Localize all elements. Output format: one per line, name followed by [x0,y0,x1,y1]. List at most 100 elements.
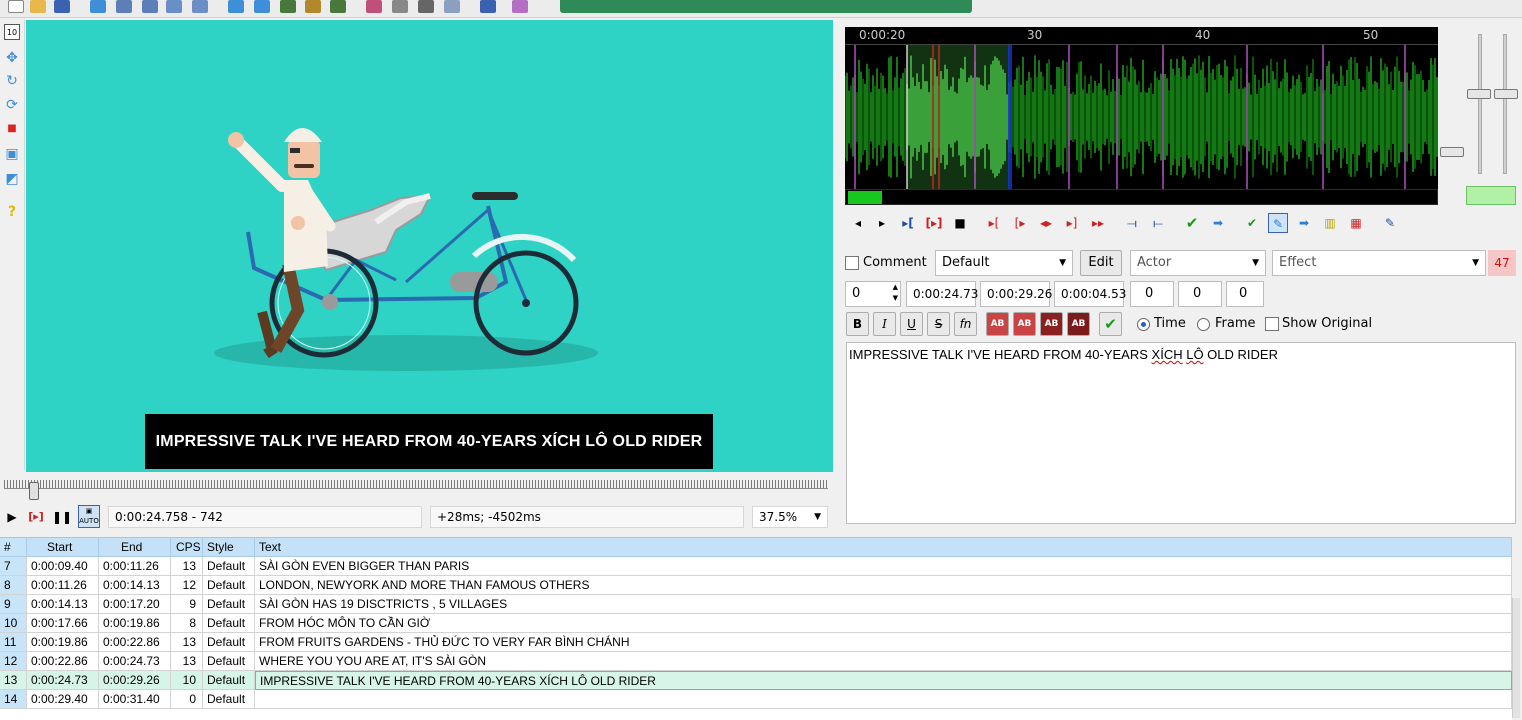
comment-checkbox[interactable] [845,256,859,270]
audio-volume-slider[interactable] [1494,89,1518,99]
karaoke-icon[interactable]: ▦ [1346,213,1366,233]
play-line-icon[interactable]: [▸] [26,507,46,527]
edit-style-button[interactable]: Edit [1080,250,1122,276]
header-number[interactable]: # [0,538,27,557]
style-select[interactable]: Default ▼ [935,250,1073,276]
translation-icon[interactable] [418,0,434,13]
seek-thumb[interactable] [29,482,39,500]
save-file-icon[interactable] [54,0,70,13]
margin-right-field[interactable]: 0 [1178,281,1222,307]
fonts-icon[interactable] [305,0,321,13]
clip-rect-icon[interactable]: ▣ [4,146,20,162]
link-volume-toggle[interactable] [1466,186,1516,205]
lead-in-out-icon[interactable]: ✎ [1380,213,1400,233]
end-time-field[interactable]: 0:00:29.26 [980,281,1052,307]
table-row[interactable]: 14 0:00:29.40 0:00:31.40 0 Default [0,690,1512,709]
underline-button[interactable]: U [900,312,923,336]
open-file-icon[interactable] [30,0,46,13]
play-after-icon[interactable]: [▸ [1010,213,1030,233]
bold-button[interactable]: B [846,312,869,336]
next-arrow-icon[interactable]: ➡ [1208,213,1228,233]
next-line-icon[interactable]: ▸ [872,213,892,233]
pause-icon[interactable]: ❚❚ [52,507,72,527]
show-original-checkbox[interactable] [1265,317,1279,331]
script-properties-icon[interactable] [392,0,408,13]
standard-tool-icon[interactable]: 10 [4,24,20,40]
time-radio[interactable] [1137,318,1150,331]
margin-vertical-field[interactable]: 0 [1226,281,1264,307]
scale-tool-icon[interactable]: ■ [4,121,20,137]
play-before-icon[interactable]: ▸[ [984,213,1004,233]
play-selection-icon[interactable]: [▸] [924,213,944,233]
properties-icon[interactable] [330,0,346,13]
subtitle-grid[interactable]: # Start End CPS Style Text 7 0:00:09.40 0:… [0,537,1512,720]
auto-commit-icon[interactable]: ✔ [1242,213,1262,233]
automation-icon[interactable] [480,0,496,13]
play-to-end-icon[interactable]: ▸▸ [1088,213,1108,233]
video-display[interactable]: IMPRESSIVE TALK I'VE HEARD FROM 40-YEARS… [26,20,833,472]
auto-scroll-video-icon[interactable]: ▣ AUTO [78,505,100,528]
header-end[interactable]: End [99,538,171,557]
play-selection-begin-icon[interactable]: ▸[ [898,213,918,233]
header-style[interactable]: Style [203,538,255,557]
find-icon[interactable] [228,0,244,13]
video-seek-slider[interactable] [4,476,828,500]
strikeout-button[interactable]: S [927,312,950,336]
frame-radio[interactable] [1197,318,1210,331]
vector-clip-icon[interactable]: ◩ [4,171,20,187]
spectrum-icon[interactable]: ▥ [1320,213,1340,233]
layer-spinner[interactable]: 0 ▲ ▼ [845,281,901,307]
table-row[interactable]: 10 0:00:17.66 0:00:19.86 8 Default FROM HÓC M… [0,614,1512,633]
grid-scrollbar[interactable] [1512,598,1520,718]
replace-icon[interactable] [254,0,270,13]
kanji-timer-icon[interactable] [512,0,528,13]
commit-icon[interactable]: ✔ [1182,213,1202,233]
commit-check-icon[interactable]: ✔ [1099,312,1122,336]
table-row[interactable]: 11 0:00:19.86 0:00:22.86 13 Default FROM FRUI… [0,633,1512,652]
header-start[interactable]: Start [27,538,99,557]
play-start-icon[interactable]: ◂▸ [1036,213,1056,233]
snap-end-icon[interactable] [192,0,208,13]
table-row[interactable]: 7 0:00:09.40 0:00:11.26 13 Default SÀI GÒN EV… [0,557,1512,576]
new-file-icon[interactable] [8,0,24,13]
subtitle-text-editor[interactable]: IMPRESSIVE TALK I'VE HEARD FROM 40-YEARS… [846,342,1516,524]
stop-icon[interactable]: ■ [950,213,970,233]
play-end-icon[interactable]: ▸] [1062,213,1082,233]
table-row[interactable]: 12 0:00:22.86 0:00:24.73 13 Default WHERE YOU… [0,652,1512,671]
zoom-in-icon[interactable] [116,0,132,13]
video-zoom-select[interactable]: 37.5% ▼ [752,506,828,528]
table-row[interactable]: 8 0:00:11.26 0:00:14.13 12 Default LONDON, NE… [0,576,1512,595]
help-icon[interactable]: ? [4,204,20,220]
start-time-field[interactable]: 0:00:24.73 [906,281,978,307]
join-prev-icon[interactable]: ⟞ [1122,213,1142,233]
audio-waveform-display[interactable]: 0:00:20 30 40 50 [845,27,1438,205]
snap-start-icon[interactable] [166,0,182,13]
resample-icon[interactable] [444,0,460,13]
audio-vertical-zoom-slider[interactable] [1440,147,1464,157]
audio-zoom-slider[interactable] [1467,89,1491,99]
margin-left-field[interactable]: 0 [1130,281,1174,307]
video-timecode[interactable]: 0:00:24.758 - 742 [108,506,422,528]
drag-tool-icon[interactable]: ✥ [4,50,20,66]
italic-button[interactable]: I [873,312,896,336]
audio-scroll-thumb[interactable] [848,191,882,204]
styles-manager-icon[interactable] [366,0,382,13]
zoom-out-icon[interactable] [142,0,158,13]
font-button[interactable]: fn [954,312,977,336]
header-text[interactable]: Text [255,538,1512,557]
attachments-icon[interactable] [280,0,296,13]
table-row[interactable]: 9 0:00:14.13 0:00:17.20 9 Default SÀI GÒN HAS… [0,595,1512,614]
auto-next-icon[interactable]: ✎ [1268,213,1288,233]
secondary-color-button[interactable]: AB [1013,312,1036,336]
shadow-color-button[interactable]: AB [1067,312,1090,336]
rotate-z-icon[interactable]: ↻ [4,73,20,89]
outline-color-button[interactable]: AB [1040,312,1063,336]
prev-line-icon[interactable]: ◂ [848,213,868,233]
jump-to-icon[interactable] [90,0,106,13]
auto-scroll-audio-icon[interactable]: ➡ [1294,213,1314,233]
audio-scrollbar[interactable] [845,189,1438,205]
table-row[interactable]: 13 0:00:24.73 0:00:29.26 10 Default IMPRESSIV… [0,671,1512,690]
play-icon[interactable]: ▶ [2,507,22,527]
effect-select[interactable]: Effect ▼ [1272,250,1486,276]
spinner-arrows-icon[interactable]: ▲ ▼ [893,282,898,304]
